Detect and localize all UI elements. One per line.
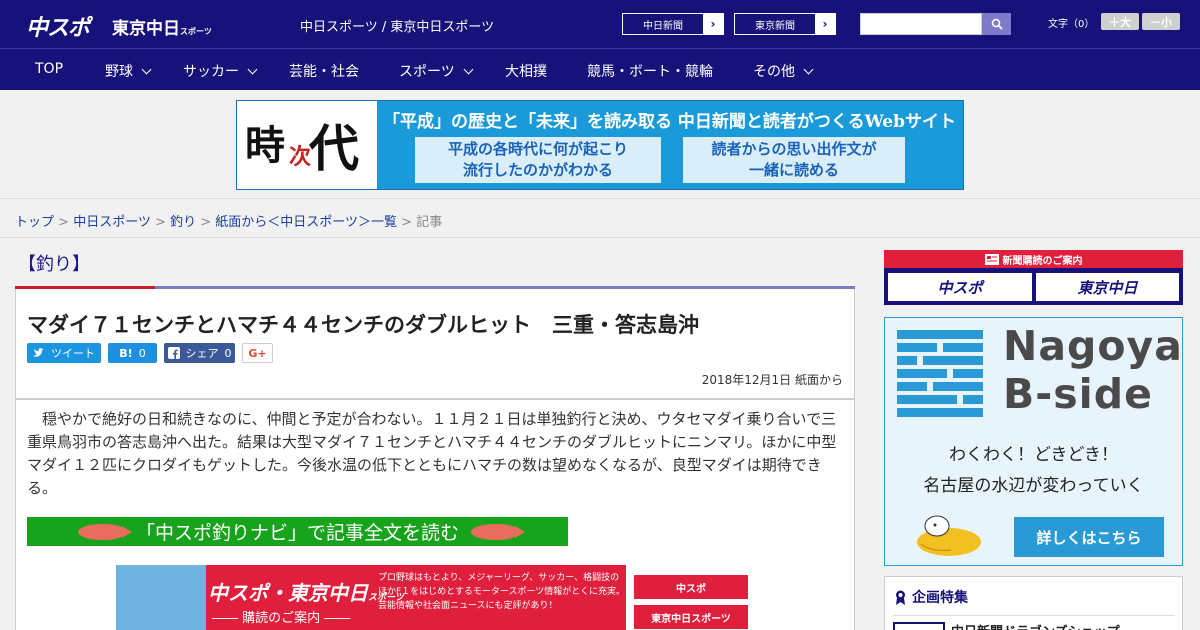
chevron-down-icon xyxy=(463,64,474,74)
hatena-icon: B! xyxy=(119,346,133,360)
chunichi-shimbun-link[interactable]: 中日新聞 › xyxy=(622,13,724,35)
nav-soccer[interactable]: サッカー xyxy=(183,61,258,81)
chuspo-logo[interactable]: 中スポ xyxy=(26,10,90,42)
search-input[interactable] xyxy=(860,13,982,35)
newspaper-icon xyxy=(984,253,999,265)
breadcrumb-fishing[interactable]: 釣り xyxy=(170,215,196,230)
ribbon-icon xyxy=(896,590,905,605)
site-name[interactable]: 中日スポーツ / 東京中日スポーツ xyxy=(300,16,494,35)
nav-other[interactable]: その他 xyxy=(753,61,814,81)
nav-sports[interactable]: スポーツ xyxy=(399,61,474,81)
site-header: 中スポ 東京中日スポーツ 中日スポーツ / 東京中日スポーツ 中日新聞 › 東京新… xyxy=(0,0,1200,48)
banner-box-history: 平成の各時代に何が起こり 流行したのかがわかる xyxy=(415,137,661,183)
nav-baseball[interactable]: 野球 xyxy=(105,61,152,81)
article-header: マダイ７１センチとハマチ４４センチのダブルヒット 三重・答志島沖 ツイート B!… xyxy=(15,289,855,399)
banner-logo: 時 次 代 xyxy=(237,101,377,189)
mascot-icon xyxy=(917,515,981,556)
facebook-share-button[interactable]: シェア 0 xyxy=(164,343,235,363)
font-larger-button[interactable]: ＋大 xyxy=(1101,13,1139,30)
tokyo-chunichi-subscribe-button[interactable]: 東京中日スポーツ xyxy=(634,605,748,629)
article-body: 穏やかで絶好の日和続きなのに、仲間と予定が合わない。１１月２１日は単独釣行と決め… xyxy=(15,399,855,630)
arrow-right-icon: › xyxy=(815,14,835,34)
article-text: 穏やかで絶好の日和続きなのに、仲間と予定が合わない。１１月２１日は単独釣行と決め… xyxy=(27,410,837,497)
nav-sumo[interactable]: 大相撲 xyxy=(505,61,547,81)
bside-tagline1: わくわく！どきどき！ xyxy=(949,445,1118,465)
twitter-icon xyxy=(33,348,44,357)
google-plus-icon: G+ xyxy=(248,346,267,360)
nav-racing[interactable]: 競馬・ボート・競輪 xyxy=(587,61,713,81)
facebook-icon xyxy=(167,347,180,359)
brick-wall-icon xyxy=(897,330,983,417)
feature-section: 企画特集 中日新聞ドラゴンズショップ xyxy=(884,576,1183,630)
nav-top[interactable]: TOP xyxy=(35,61,63,77)
breadcrumb-current: 記事 xyxy=(416,215,443,230)
sidebar-chuspo-button[interactable]: 中スポ xyxy=(888,273,1032,301)
chuspo-subscribe-button[interactable]: 中スポ xyxy=(634,575,748,599)
font-size-label: 文字（0） xyxy=(1048,19,1095,30)
heisei-banner[interactable]: 時 次 代 「平成」の歴史と「未来」を読み取る 中日新聞と読者がつくるWebサイ… xyxy=(236,100,964,190)
arrow-right-icon: › xyxy=(703,14,723,34)
main-nav: TOP 野球 サッカー 芸能・社会 スポーツ 大相撲 競馬・ボート・競輪 その他 xyxy=(0,48,1200,90)
banner-headline: 「平成」の歴史と「未来」を読み取る 中日新聞と読者がつくるWebサイト xyxy=(383,112,956,132)
fish-icon xyxy=(77,523,132,540)
chevron-down-icon xyxy=(803,64,814,74)
sidebar-subscription: 新聞購読のご案内 中スポ 東京中日 xyxy=(884,250,1183,305)
tokyo-chunichi-logo[interactable]: 東京中日スポーツ xyxy=(112,14,212,39)
category-heading: 【釣り】 xyxy=(18,254,90,275)
chevron-down-icon xyxy=(247,64,258,74)
hatena-button[interactable]: B! 0 xyxy=(108,343,157,363)
subscription-banner[interactable]: 中スポ・東京中日スポーツ ―― 購読のご案内 ―― プロ野球はもとより、メジャー… xyxy=(116,565,756,630)
feature-item-dragons-shop[interactable]: 中日新聞ドラゴンズショップ xyxy=(951,621,1120,630)
search-button[interactable] xyxy=(982,13,1011,35)
sidebar-tokyo-chunichi-button[interactable]: 東京中日 xyxy=(1036,273,1179,301)
bside-tagline2: 名古屋の水辺が変わっていく xyxy=(923,476,1144,496)
tweet-button[interactable]: ツイート xyxy=(27,343,101,363)
banner-box-memories: 読者からの思い出作文が 一緒に読める xyxy=(683,137,905,183)
dragons-shop-thumbnail[interactable] xyxy=(893,622,945,630)
feature-title: 企画特集 xyxy=(912,590,968,606)
nav-entertainment[interactable]: 芸能・社会 xyxy=(289,61,359,81)
fish-icon xyxy=(471,523,525,540)
breadcrumb-chuspo[interactable]: 中日スポーツ xyxy=(73,215,151,230)
font-smaller-button[interactable]: －小 xyxy=(1142,13,1180,30)
article-date: 2018年12月1日 紙面から xyxy=(701,373,843,387)
breadcrumb-top[interactable]: トップ xyxy=(15,215,54,230)
newspaper-image xyxy=(116,565,206,630)
nagoya-bside-ad[interactable]: Nagoya B-side わくわく！どきどき！ 名古屋の水辺が変わっていく 詳… xyxy=(884,317,1183,566)
bside-details-button[interactable]: 詳しくはこちら xyxy=(1014,517,1164,557)
search-icon xyxy=(991,18,1003,30)
google-plus-button[interactable]: G+ xyxy=(242,343,273,363)
breadcrumb-paper-list[interactable]: 紙面から＜中日スポーツ＞一覧 xyxy=(215,215,397,230)
bside-title-line2: B-side xyxy=(1003,370,1153,418)
fishing-navi-link[interactable]: 「中スポ釣りナビ」で記事全文を読む xyxy=(27,517,568,546)
chevron-down-icon xyxy=(141,64,152,74)
article-title: マダイ７１センチとハマチ４４センチのダブルヒット 三重・答志島沖 xyxy=(27,313,699,337)
breadcrumb: トップ > 中日スポーツ > 釣り > 紙面から＜中日スポーツ＞一覧 > 記事 xyxy=(0,198,1200,238)
bside-title-line1: Nagoya xyxy=(1003,322,1183,370)
tokyo-shimbun-link[interactable]: 東京新聞 › xyxy=(734,13,836,35)
